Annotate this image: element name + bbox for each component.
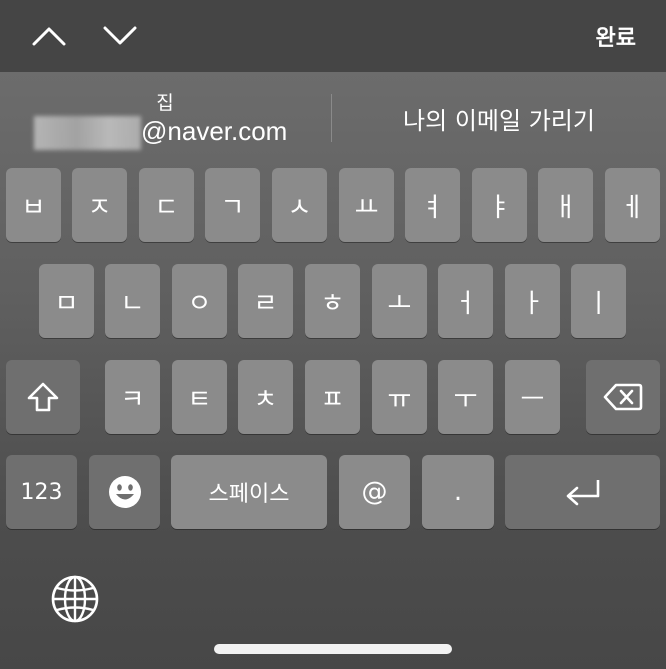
numbers-key[interactable]: 123 — [6, 455, 77, 529]
emoji-icon — [108, 476, 141, 508]
autofill-suggestion-bar: 집 @naver.com 나의 이메일 가리기 — [0, 72, 666, 164]
redacted-email-username — [34, 116, 141, 150]
at-key[interactable]: @ — [339, 455, 410, 529]
return-icon — [566, 480, 599, 506]
shift-key[interactable] — [6, 360, 80, 434]
key-chieut[interactable]: ㅊ — [238, 360, 293, 434]
home-email-suggestion[interactable]: 집 @naver.com — [0, 72, 330, 164]
key-a[interactable]: ㅏ — [505, 264, 560, 338]
next-field-button[interactable] — [100, 16, 140, 56]
chevron-up-icon — [32, 27, 66, 46]
suggestion-email-domain: @naver.com — [141, 116, 288, 146]
key-yeo[interactable]: ㅕ — [405, 168, 460, 242]
done-button[interactable]: 완료 — [596, 20, 636, 52]
key-eo[interactable]: ㅓ — [438, 264, 493, 338]
suggestion-label: 집 — [156, 92, 174, 114]
language-switch-button[interactable] — [50, 574, 100, 624]
key-bieup[interactable]: ㅂ — [6, 168, 61, 242]
key-kieuk[interactable]: ㅋ — [105, 360, 160, 434]
delete-icon — [603, 383, 643, 411]
delete-key[interactable] — [586, 360, 660, 434]
key-nieun[interactable]: ㄴ — [105, 264, 160, 338]
key-ae[interactable]: ㅐ — [538, 168, 593, 242]
previous-field-button[interactable] — [29, 16, 69, 56]
hide-my-email-label: 나의 이메일 가리기 — [403, 106, 595, 135]
key-mieum[interactable]: ㅁ — [39, 264, 94, 338]
key-giyeok[interactable]: ㄱ — [205, 168, 260, 242]
home-indicator[interactable] — [214, 644, 452, 654]
key-rieul[interactable]: ㄹ — [238, 264, 293, 338]
space-key[interactable]: 스페이스 — [171, 455, 327, 529]
key-eu[interactable]: ㅡ — [505, 360, 560, 434]
chevron-down-icon — [103, 26, 137, 45]
globe-icon — [51, 575, 99, 623]
key-yu[interactable]: ㅠ — [372, 360, 427, 434]
key-ieung[interactable]: ㅇ — [172, 264, 227, 338]
key-hieut[interactable]: ㅎ — [305, 264, 360, 338]
key-digeut[interactable]: ㄷ — [139, 168, 194, 242]
period-key[interactable]: . — [422, 455, 494, 529]
return-key[interactable] — [505, 455, 660, 529]
key-tieut[interactable]: ㅌ — [172, 360, 227, 434]
key-i[interactable]: ㅣ — [571, 264, 626, 338]
key-ya[interactable]: ㅑ — [472, 168, 527, 242]
key-e[interactable]: ㅔ — [605, 168, 660, 242]
key-u[interactable]: ㅜ — [438, 360, 493, 434]
key-o[interactable]: ㅗ — [372, 264, 427, 338]
key-yo[interactable]: ㅛ — [339, 168, 394, 242]
emoji-key[interactable] — [89, 455, 160, 529]
key-jieut[interactable]: ㅈ — [72, 168, 127, 242]
key-siot[interactable]: ㅅ — [272, 168, 327, 242]
input-accessory-toolbar: 완료 — [0, 0, 666, 72]
shift-icon — [27, 382, 59, 412]
key-pieup[interactable]: ㅍ — [305, 360, 360, 434]
hide-my-email-suggestion[interactable]: 나의 이메일 가리기 — [332, 72, 666, 164]
